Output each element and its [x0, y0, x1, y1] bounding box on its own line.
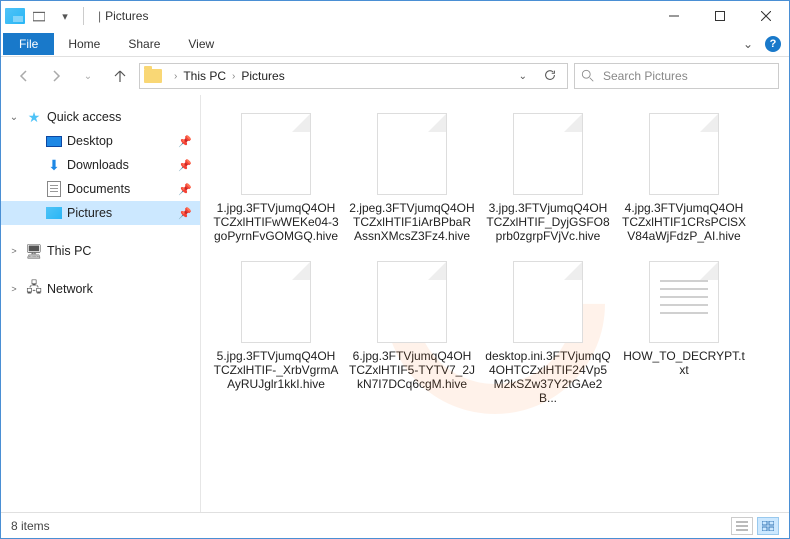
file-item[interactable]: 5.jpg.3FTVjumqQ4OHTCZxlHTIF-_XrbVgrmAAyR…	[211, 259, 341, 411]
file-thumbnail-icon	[649, 113, 719, 195]
star-icon: ★	[25, 109, 43, 125]
sidebar-item-label: Pictures	[67, 206, 112, 220]
file-thumbnail-icon	[241, 261, 311, 343]
search-icon	[581, 69, 595, 83]
search-input[interactable]: Search Pictures	[574, 63, 779, 89]
sidebar-item-label: Quick access	[47, 110, 121, 124]
breadcrumb-current[interactable]: Pictures	[241, 69, 284, 83]
ribbon: File Home Share View ⌄ ?	[1, 31, 789, 57]
documents-icon	[45, 181, 63, 197]
window-title: | Pictures	[94, 9, 148, 23]
file-item[interactable]: 3.jpg.3FTVjumqQ4OHTCZxlHTIF_DyjGSFO8prb0…	[483, 111, 613, 249]
sidebar-item-label: This PC	[47, 244, 91, 258]
address-dropdown-icon[interactable]: ⌄	[519, 71, 527, 82]
file-item[interactable]: 4.jpg.3FTVjumqQ4OHTCZxlHTIF1CRsPClSXV84a…	[619, 111, 749, 249]
file-thumbnail-icon	[241, 113, 311, 195]
tab-share[interactable]: Share	[114, 33, 174, 55]
network-icon: 🖧	[25, 281, 43, 297]
sidebar-item-label: Network	[47, 282, 93, 296]
file-item[interactable]: 6.jpg.3FTVjumqQ4OHTCZxlHTIF5-TYTV7_2JkN7…	[347, 259, 477, 411]
sidebar-item-pictures[interactable]: Pictures 📌	[1, 201, 200, 225]
sidebar-item-downloads[interactable]: ⬇ Downloads 📌	[1, 153, 200, 177]
file-thumbnail-icon	[377, 261, 447, 343]
navigation-pane: ★ Quick access Desktop 📌 ⬇ Downloads 📌 D…	[1, 95, 201, 512]
sidebar-item-label: Downloads	[67, 158, 129, 172]
nav-back-button[interactable]	[11, 63, 37, 89]
file-name-label: 5.jpg.3FTVjumqQ4OHTCZxlHTIF-_XrbVgrmAAyR…	[213, 349, 339, 391]
file-item[interactable]: HOW_TO_DECRYPT.txt	[619, 259, 749, 411]
file-thumbnail-icon	[649, 261, 719, 343]
status-item-count: 8 items	[11, 519, 50, 533]
sidebar-item-documents[interactable]: Documents 📌	[1, 177, 200, 201]
file-name-label: 1.jpg.3FTVjumqQ4OHTCZxlHTIFwWEKe04-3goPy…	[213, 201, 339, 243]
file-name-label: desktop.ini.3FTVjumqQ4OHTCZxlHTIF24Vp5M2…	[485, 349, 611, 405]
sidebar-this-pc[interactable]: 🖥 This PC	[1, 239, 200, 263]
tab-view[interactable]: View	[174, 33, 228, 55]
status-bar: 8 items	[1, 512, 789, 538]
file-item[interactable]: desktop.ini.3FTVjumqQ4OHTCZxlHTIF24Vp5M2…	[483, 259, 613, 411]
breadcrumb-root[interactable]: This PC	[183, 69, 226, 83]
file-name-label: 6.jpg.3FTVjumqQ4OHTCZxlHTIF5-TYTV7_2JkN7…	[349, 349, 475, 391]
nav-up-button[interactable]	[107, 63, 133, 89]
file-name-label: 4.jpg.3FTVjumqQ4OHTCZxlHTIF1CRsPClSXV84a…	[621, 201, 747, 243]
close-button[interactable]	[743, 1, 789, 31]
explorer-app-icon	[5, 8, 25, 24]
qat-folder-button[interactable]	[27, 4, 51, 28]
pc-icon: 🖥	[25, 243, 43, 259]
qat-separator	[83, 7, 84, 25]
qat-dropdown-button[interactable]: ▾	[53, 4, 77, 28]
ribbon-expand-icon[interactable]: ⌄	[743, 37, 753, 51]
help-icon[interactable]: ?	[765, 36, 781, 52]
sidebar-item-label: Desktop	[67, 134, 113, 148]
file-thumbnail-icon	[377, 113, 447, 195]
view-details-button[interactable]	[731, 517, 753, 535]
pin-icon: 📌	[178, 207, 192, 220]
sidebar-item-label: Documents	[67, 182, 130, 196]
sidebar-quick-access[interactable]: ★ Quick access	[1, 105, 200, 129]
chevron-right-icon[interactable]: ›	[174, 71, 177, 82]
sidebar-network[interactable]: 🖧 Network	[1, 277, 200, 301]
file-thumbnail-icon	[513, 113, 583, 195]
pin-icon: 📌	[178, 183, 192, 196]
chevron-right-icon[interactable]: ›	[232, 71, 235, 82]
nav-recent-dropdown[interactable]: ⌄	[75, 63, 101, 89]
file-name-label: 3.jpg.3FTVjumqQ4OHTCZxlHTIF_DyjGSFO8prb0…	[485, 201, 611, 243]
title-text: Pictures	[105, 9, 148, 23]
nav-forward-button[interactable]	[43, 63, 69, 89]
titlebar: ▾ | Pictures	[1, 1, 789, 31]
file-list-pane[interactable]: 1.jpg.3FTVjumqQ4OHTCZxlHTIFwWEKe04-3goPy…	[201, 95, 789, 512]
address-bar[interactable]: › This PC › Pictures ⌄	[139, 63, 568, 89]
file-name-label: 2.jpeg.3FTVjumqQ4OHTCZxlHTIF1iArBPbaRAss…	[349, 201, 475, 243]
address-bar-row: ⌄ › This PC › Pictures ⌄ Search Pictures	[1, 57, 789, 95]
view-thumbnails-button[interactable]	[757, 517, 779, 535]
tab-file[interactable]: File	[3, 33, 54, 55]
tab-home[interactable]: Home	[54, 33, 114, 55]
title-separator: |	[98, 9, 101, 23]
expand-icon[interactable]	[7, 112, 21, 123]
pictures-icon	[45, 205, 63, 221]
expand-icon[interactable]	[7, 284, 21, 295]
pin-icon: 📌	[178, 135, 192, 148]
folder-icon	[144, 69, 162, 83]
sidebar-item-desktop[interactable]: Desktop 📌	[1, 129, 200, 153]
pin-icon: 📌	[178, 159, 192, 172]
file-item[interactable]: 2.jpeg.3FTVjumqQ4OHTCZxlHTIF1iArBPbaRAss…	[347, 111, 477, 249]
downloads-icon: ⬇	[45, 157, 63, 173]
maximize-button[interactable]	[697, 1, 743, 31]
file-name-label: HOW_TO_DECRYPT.txt	[621, 349, 747, 377]
expand-icon[interactable]	[7, 246, 21, 257]
file-item[interactable]: 1.jpg.3FTVjumqQ4OHTCZxlHTIFwWEKe04-3goPy…	[211, 111, 341, 249]
file-thumbnail-icon	[513, 261, 583, 343]
search-placeholder: Search Pictures	[603, 69, 688, 83]
refresh-icon[interactable]	[543, 68, 557, 85]
desktop-icon	[45, 133, 63, 149]
minimize-button[interactable]	[651, 1, 697, 31]
